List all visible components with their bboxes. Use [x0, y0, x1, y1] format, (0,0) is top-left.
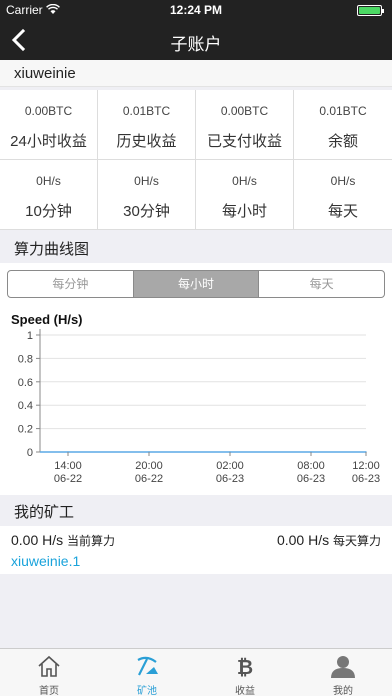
page-title: 子账户: [170, 35, 222, 54]
tab-per-minute[interactable]: 每分钟: [8, 271, 134, 297]
tab-per-hour[interactable]: 每小时: [133, 271, 260, 297]
x-tick-time: 12:00: [352, 460, 380, 472]
stat-label: 每小时: [221, 203, 267, 220]
stat-label: 已支付收益: [206, 133, 282, 150]
stat-value: 0H/s: [330, 174, 356, 188]
stat-value: 0.00BTC: [24, 104, 73, 118]
x-tick-time: 20:00: [135, 460, 163, 472]
tab-profile[interactable]: 我的: [294, 649, 392, 696]
x-tick-time: 14:00: [54, 460, 82, 472]
stat-history-earnings: 0.01BTC 历史收益: [98, 90, 196, 160]
hashrate-chart-card: 每分钟 每小时 每天 Speed (H/s) 1 0.8 0.6 0.4 0.2 0 14:0…: [0, 263, 392, 495]
tab-earnings[interactable]: ₿ 收益: [196, 649, 294, 696]
y-tick-label: 0: [27, 447, 33, 459]
stat-value: 0.00BTC: [220, 104, 269, 118]
x-tick-date: 06-23: [216, 473, 244, 485]
account-name: xiuweinie: [0, 60, 392, 87]
x-tick-date: 06-22: [135, 473, 163, 485]
user-icon: [331, 656, 355, 678]
tab-label: 我的: [333, 686, 353, 696]
chart-section-title: 算力曲线图: [0, 237, 392, 263]
stat-label: 10分钟: [25, 203, 72, 220]
daily-hashrate-value: 0.00 H/s: [276, 532, 330, 548]
stat-paid-earnings: 0.00BTC 已支付收益: [196, 90, 294, 160]
miner-row[interactable]: 0.00 H/s 当前算力 0.00 H/s 每天算力 xiuweinie.1: [0, 526, 392, 574]
stat-value: 0H/s: [36, 174, 61, 188]
miner-section-title: 我的矿工: [0, 500, 392, 526]
stat-10min: 0H/s 10分钟: [0, 160, 98, 230]
tab-label: 收益: [235, 686, 255, 696]
tab-pool[interactable]: 矿池: [98, 649, 196, 696]
stat-hourly: 0H/s 每小时: [196, 160, 294, 230]
tab-label: 首页: [39, 686, 59, 696]
stat-daily: 0H/s 每天: [294, 160, 392, 230]
tab-home[interactable]: 首页: [0, 649, 98, 696]
x-tick-time: 02:00: [216, 460, 244, 472]
y-tick-label: 0.4: [18, 400, 33, 412]
y-tick-label: 1: [27, 330, 33, 342]
stat-balance: 0.01BTC 余额: [294, 90, 392, 160]
stat-value: 0H/s: [232, 174, 257, 188]
stat-value: 0.01BTC: [122, 104, 171, 118]
stat-value: 0.01BTC: [319, 104, 367, 118]
status-time: 12:24 PM: [169, 3, 223, 17]
tab-label: 矿池: [137, 686, 157, 696]
nav-bar: 子账户: [0, 20, 392, 60]
worker-name-link[interactable]: xiuweinie.1: [11, 553, 80, 569]
y-tick-label: 0.6: [18, 377, 33, 389]
x-tick-date: 06-23: [297, 473, 325, 485]
interval-segmented-control: 每分钟 每小时 每天: [7, 270, 385, 298]
pickaxe-icon: [137, 656, 158, 676]
svg-text:₿: ₿: [237, 655, 253, 678]
battery-icon: [357, 5, 384, 16]
stat-value: 0H/s: [134, 174, 159, 188]
current-hashrate-value: 0.00 H/s: [11, 532, 64, 548]
stat-label: 余额: [327, 133, 358, 150]
home-icon: [38, 655, 60, 677]
stats-grid: 0.00BTC 24小时收益 0.01BTC 历史收益 0.00BTC 已支付收益 0…: [0, 90, 392, 230]
stat-label: 24小时收益: [10, 133, 87, 150]
status-bar: Carrier 12:24 PM: [0, 0, 392, 20]
y-tick-label: 0.2: [18, 424, 33, 436]
x-tick-time: 08:00: [297, 460, 325, 472]
stat-24h-earnings: 0.00BTC 24小时收益: [0, 90, 98, 160]
stat-label: 历史收益: [116, 133, 177, 150]
x-tick-date: 06-23: [352, 473, 380, 485]
x-tick-date: 06-22: [54, 473, 82, 485]
stat-30min: 0H/s 30分钟: [98, 160, 196, 230]
tab-per-day[interactable]: 每天: [259, 271, 384, 297]
current-hashrate-label: 当前算力: [67, 534, 116, 548]
hashrate-line-chart: Speed (H/s)10.80.60.40.2014:0006-2220:00…: [11, 312, 380, 485]
daily-hashrate-label: 每天算力: [332, 534, 381, 548]
daily-hashrate: 0.00 H/s 每天算力: [277, 532, 381, 549]
current-hashrate: 0.00 H/s 当前算力: [11, 532, 115, 549]
bottom-tab-bar: 首页 矿池 ₿ 收益 我的: [0, 648, 392, 696]
bitcoin-icon: ₿: [237, 655, 253, 678]
stat-label: 每天: [327, 203, 358, 220]
stat-label: 30分钟: [123, 203, 170, 220]
chart-title: Speed (H/s): [11, 312, 83, 327]
y-tick-label: 0.8: [18, 353, 33, 365]
